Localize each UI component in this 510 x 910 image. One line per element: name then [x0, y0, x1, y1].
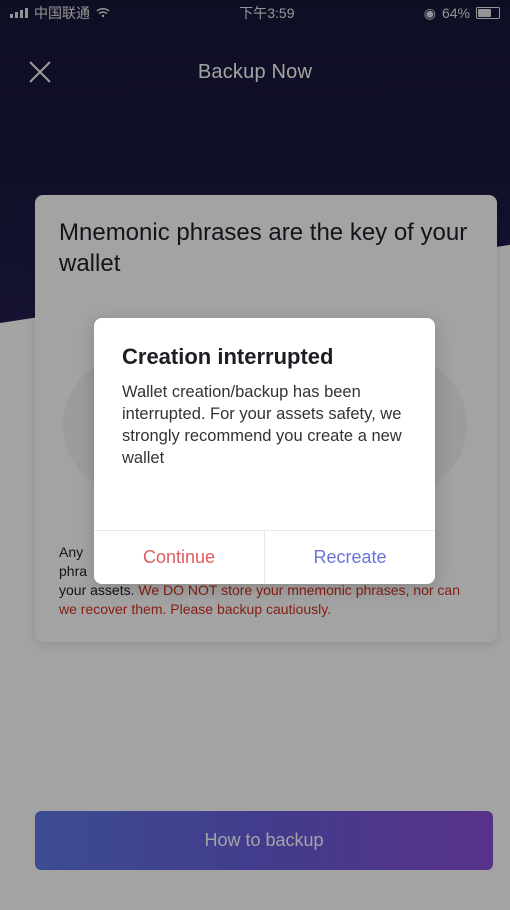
continue-button[interactable]: Continue: [94, 531, 264, 584]
dialog-message: Wallet creation/backup has been interrup…: [122, 383, 402, 467]
creation-interrupted-dialog: Creation interrupted Wallet creation/bac…: [94, 318, 435, 584]
dialog-title: Creation interrupted: [122, 344, 334, 369]
recreate-button[interactable]: Recreate: [264, 531, 435, 584]
dialog-actions: Continue Recreate: [94, 530, 435, 584]
dialog-body: Creation interrupted Wallet creation/bac…: [94, 318, 435, 531]
